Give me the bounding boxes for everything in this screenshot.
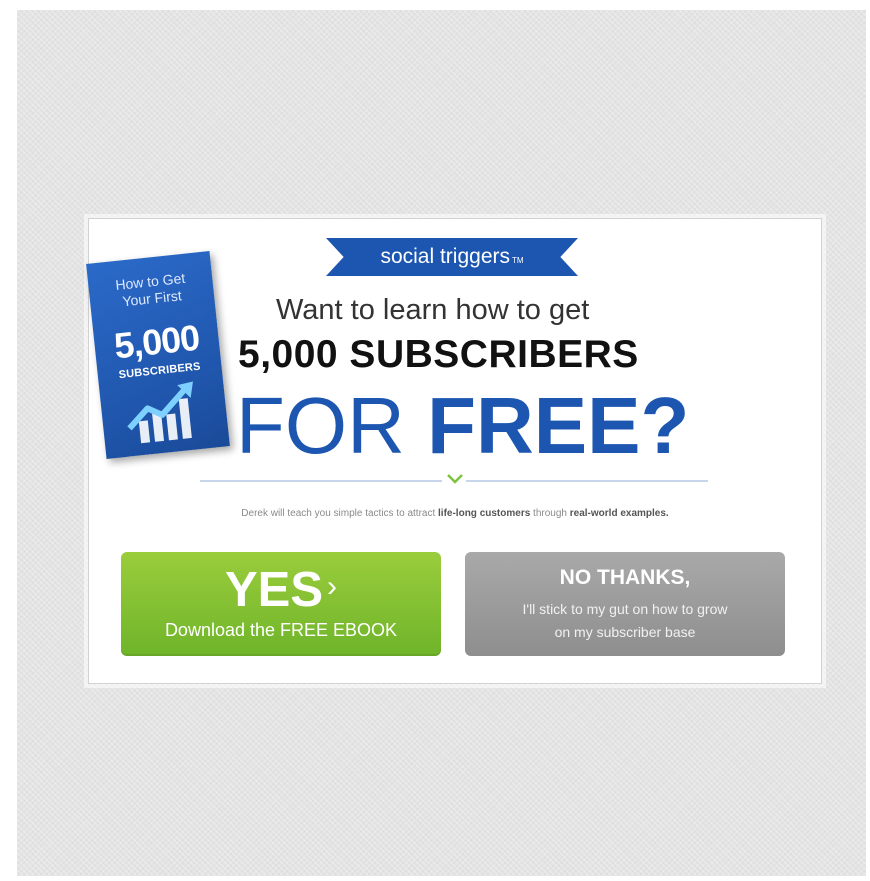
- headline-free: FREE?: [427, 381, 690, 470]
- headline-line2: 5,000 SUBSCRIBERS: [238, 333, 639, 376]
- tagline: Derek will teach you simple tactics to a…: [88, 508, 822, 519]
- tagline-bold2: real-world examples.: [569, 508, 669, 519]
- no-button-sub-line1: I'll stick to my gut on how to grow: [522, 601, 728, 617]
- tagline-part2: through: [530, 508, 570, 519]
- yes-text: YES: [224, 563, 324, 617]
- brand-name: social triggers: [380, 245, 510, 268]
- no-button-label: NO THANKS,: [559, 566, 691, 589]
- ebook-cover: How to Get Your First 5,000 SUBSCRIBERS: [86, 251, 230, 459]
- yes-download-button[interactable]: YES › Download the FREE EBOOK: [121, 552, 441, 656]
- headline-line1: Want to learn how to get: [276, 294, 590, 326]
- chevron-down-icon: [447, 474, 463, 484]
- growth-chart-icon: [127, 381, 193, 444]
- tagline-bold1: life-long customers: [438, 508, 531, 519]
- tagline-part1: Derek will teach you simple tactics to a…: [241, 508, 439, 519]
- yes-button-sublabel: Download the FREE EBOOK: [164, 620, 398, 640]
- ebook-cover-title: How to Get Your First: [88, 267, 215, 314]
- trademark-mark: TM: [512, 256, 524, 265]
- no-button-sublabel: I'll stick to my gut on how to grow on m…: [495, 598, 755, 644]
- divider-left: [200, 480, 442, 482]
- social-triggers-logo-banner: social triggers TM: [326, 238, 578, 276]
- no-button-sub-line2: on my subscriber base: [554, 624, 696, 640]
- chevron-right-icon: ›: [327, 570, 338, 603]
- no-thanks-button[interactable]: NO THANKS, I'll stick to my gut on how t…: [465, 552, 785, 656]
- headline-for: FOR: [236, 381, 405, 470]
- headline-line3: FOR FREE?: [236, 380, 689, 472]
- yes-button-label: YES ›: [121, 562, 441, 618]
- divider-right: [466, 480, 708, 482]
